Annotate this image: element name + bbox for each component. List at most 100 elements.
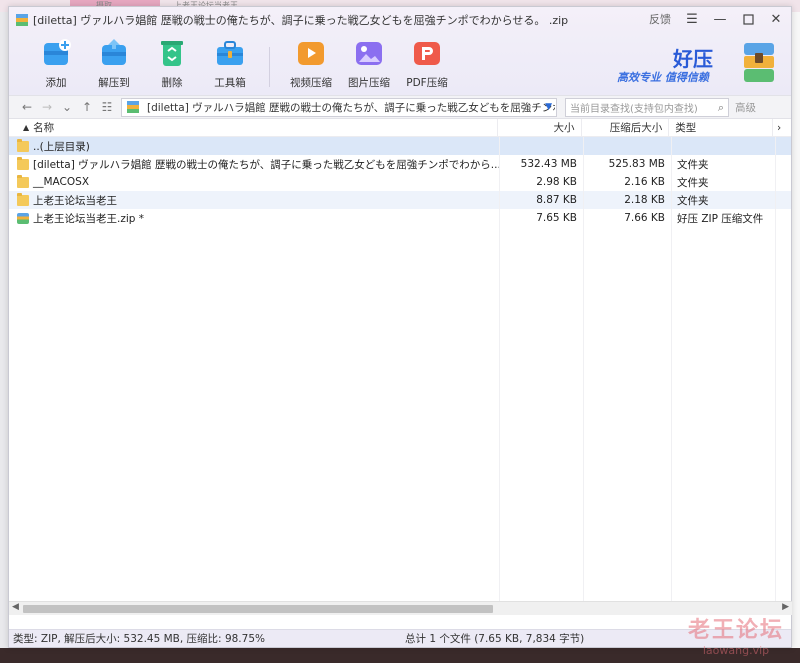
history-dropdown-icon[interactable]: ⌄	[57, 100, 77, 114]
column-name[interactable]: ▲ 名称	[9, 118, 498, 137]
up-arrow-icon[interactable]: ↑	[77, 100, 97, 114]
status-left: 类型: ZIP, 解压后大小: 532.45 MB, 压缩比: 98.75%	[13, 633, 265, 645]
column-more[interactable]: ›	[773, 119, 791, 137]
folder-icon	[17, 174, 29, 188]
scrollbar-thumb[interactable]	[23, 605, 493, 613]
brand-name: 好压	[673, 47, 713, 71]
recycle-icon	[156, 37, 188, 69]
file-type	[671, 137, 775, 155]
toolbar: 添加 解压到 删除 工具箱 视频压缩 图片压缩 PDF压缩 好压 高效专业 值得…	[9, 33, 791, 95]
brand-slogan: 高效专业 值得信赖	[617, 71, 709, 84]
file-compressed-size	[583, 137, 671, 155]
file-type: 文件夹	[677, 194, 709, 207]
search-placeholder: 当前目录查找(支持包内查找)	[570, 103, 698, 115]
folder-icon	[17, 192, 29, 206]
scroll-right-icon[interactable]: ▶	[782, 602, 789, 612]
file-name: ..(上层目录)	[33, 140, 90, 153]
file-size: 7.65 KB	[536, 212, 577, 224]
image-compress-icon	[353, 37, 385, 69]
column-name-label: 名称	[33, 122, 55, 134]
file-compressed-size: 525.83 MB	[608, 158, 665, 170]
search-icon[interactable]: ⌕	[718, 101, 724, 115]
file-name: 上老王论坛当老王.zip *	[33, 212, 145, 225]
file-name: __MACOSX	[33, 176, 90, 188]
pdf-compress-button[interactable]: PDF压缩	[398, 33, 456, 90]
list-item[interactable]: 上老王论坛当老王.zip * 7.65 KB 7.66 KB 好压 ZIP 压缩…	[9, 209, 791, 227]
file-type: 文件夹	[677, 158, 709, 171]
column-divider	[499, 137, 500, 601]
column-size[interactable]: 大小	[498, 118, 582, 137]
status-right: 总计 1 个文件 (7.65 KB, 7,834 字节)	[405, 633, 585, 645]
video-compress-label: 视频压缩	[290, 77, 332, 89]
add-label: 添加	[45, 77, 67, 89]
file-compressed-size: 2.18 KB	[624, 194, 665, 206]
path-zip-icon	[126, 100, 140, 114]
file-name: 上老王论坛当老王	[33, 194, 117, 207]
video-compress-button[interactable]: 视频压缩	[282, 33, 340, 90]
toolbox-label: 工具箱	[214, 77, 246, 89]
column-divider	[775, 137, 776, 601]
folder-icon	[17, 156, 29, 170]
view-mode-icon[interactable]: ☷	[97, 100, 117, 114]
brand-banner: 好压 高效专业 值得信赖	[617, 39, 777, 91]
add-button[interactable]: 添加	[27, 33, 85, 90]
file-name: [diletta] ヴァルハラ娼館 歴戦の戦士の俺たちが、調子に乗った戦乙女ども…	[33, 158, 499, 171]
search-field[interactable]: 当前目录查找(支持包内查找) ⌕	[565, 97, 729, 117]
delete-label: 删除	[161, 77, 183, 89]
extract-button[interactable]: 解压到	[85, 33, 143, 90]
file-size: 532.43 MB	[520, 158, 577, 170]
path-field[interactable]: [diletta] ヴァルハラ娼館 歴戦の戦士の俺たちが、調子に乗った戦乙女ども…	[121, 97, 557, 117]
brand-logo-icon	[741, 41, 777, 85]
pdf-compress-label: PDF压缩	[406, 77, 448, 89]
maximize-icon[interactable]	[741, 12, 755, 26]
pdf-compress-icon	[411, 37, 443, 69]
extract-icon	[98, 37, 130, 69]
image-compress-button[interactable]: 图片压缩	[340, 33, 398, 90]
desktop-bottom	[0, 648, 800, 663]
column-header: ▲ 名称 大小 压缩后大小 类型 ›	[9, 118, 791, 137]
file-size	[499, 137, 583, 155]
file-list: ▲ 名称 大小 压缩后大小 类型 › ..(上层目录) [diletta] ヴァル…	[9, 118, 792, 615]
address-bar: ← → ⌄ ↑ ☷ [diletta] ヴァルハラ娼館 歴戦の戦士の俺たちが、調…	[9, 95, 791, 119]
folder-icon	[17, 138, 29, 152]
forward-arrow-icon[interactable]: →	[37, 100, 57, 114]
file-type: 文件夹	[677, 176, 709, 189]
column-type[interactable]: 类型	[669, 118, 774, 137]
list-item[interactable]: [diletta] ヴァルハラ娼館 歴戦の戦士の俺たちが、調子に乗った戦乙女ども…	[9, 155, 791, 173]
delete-button[interactable]: 删除	[143, 33, 201, 90]
path-dropdown-icon[interactable]: ▼	[545, 102, 552, 112]
file-type: 好压 ZIP 压缩文件	[677, 212, 764, 225]
file-compressed-size: 7.66 KB	[624, 212, 665, 224]
column-divider	[583, 137, 584, 601]
horizontal-scrollbar[interactable]: ◀ ▶	[9, 601, 792, 615]
advanced-search-link[interactable]: 高级	[735, 100, 756, 115]
close-icon[interactable]: ✕	[769, 12, 783, 27]
feedback-button[interactable]: 反馈	[649, 11, 671, 27]
video-compress-icon	[295, 37, 327, 69]
file-size: 2.98 KB	[536, 176, 577, 188]
list-item[interactable]: __MACOSX 2.98 KB 2.16 KB 文件夹	[9, 173, 791, 191]
zip-file-icon	[17, 212, 29, 224]
menu-icon[interactable]: ☰	[685, 12, 699, 27]
title-bar: [diletta] ヴァルハラ娼館 歴戦の戦士の俺たちが、調子に乗った戦乙女ども…	[9, 7, 791, 33]
toolbar-divider	[269, 47, 270, 87]
path-text: [diletta] ヴァルハラ娼館 歴戦の戦士の俺たちが、調子に乗った戦乙女ども…	[147, 101, 555, 114]
list-item[interactable]: ..(上层目录)	[9, 137, 791, 155]
list-item[interactable]: 上老王论坛当老王 8.87 KB 2.18 KB 文件夹	[9, 191, 791, 209]
scroll-left-icon[interactable]: ◀	[12, 602, 19, 612]
window-title: [diletta] ヴァルハラ娼館 歴戦の戦士の俺たちが、調子に乗った戦乙女ども…	[33, 14, 569, 27]
image-compress-label: 图片压缩	[348, 77, 390, 89]
extract-label: 解压到	[98, 77, 130, 89]
minimize-icon[interactable]: —	[713, 12, 727, 27]
sort-arrow-icon: ▲	[23, 123, 30, 132]
toolbox-icon	[214, 37, 246, 69]
column-compressed[interactable]: 压缩后大小	[582, 118, 670, 137]
file-size: 8.87 KB	[536, 194, 577, 206]
column-divider	[671, 137, 672, 601]
status-bar: 类型: ZIP, 解压后大小: 532.45 MB, 压缩比: 98.75% 总…	[9, 629, 791, 647]
toolbox-button[interactable]: 工具箱	[201, 33, 259, 90]
back-arrow-icon[interactable]: ←	[17, 100, 37, 114]
add-archive-icon	[40, 37, 72, 69]
file-compressed-size: 2.16 KB	[624, 176, 665, 188]
haozip-app-icon	[15, 13, 29, 27]
